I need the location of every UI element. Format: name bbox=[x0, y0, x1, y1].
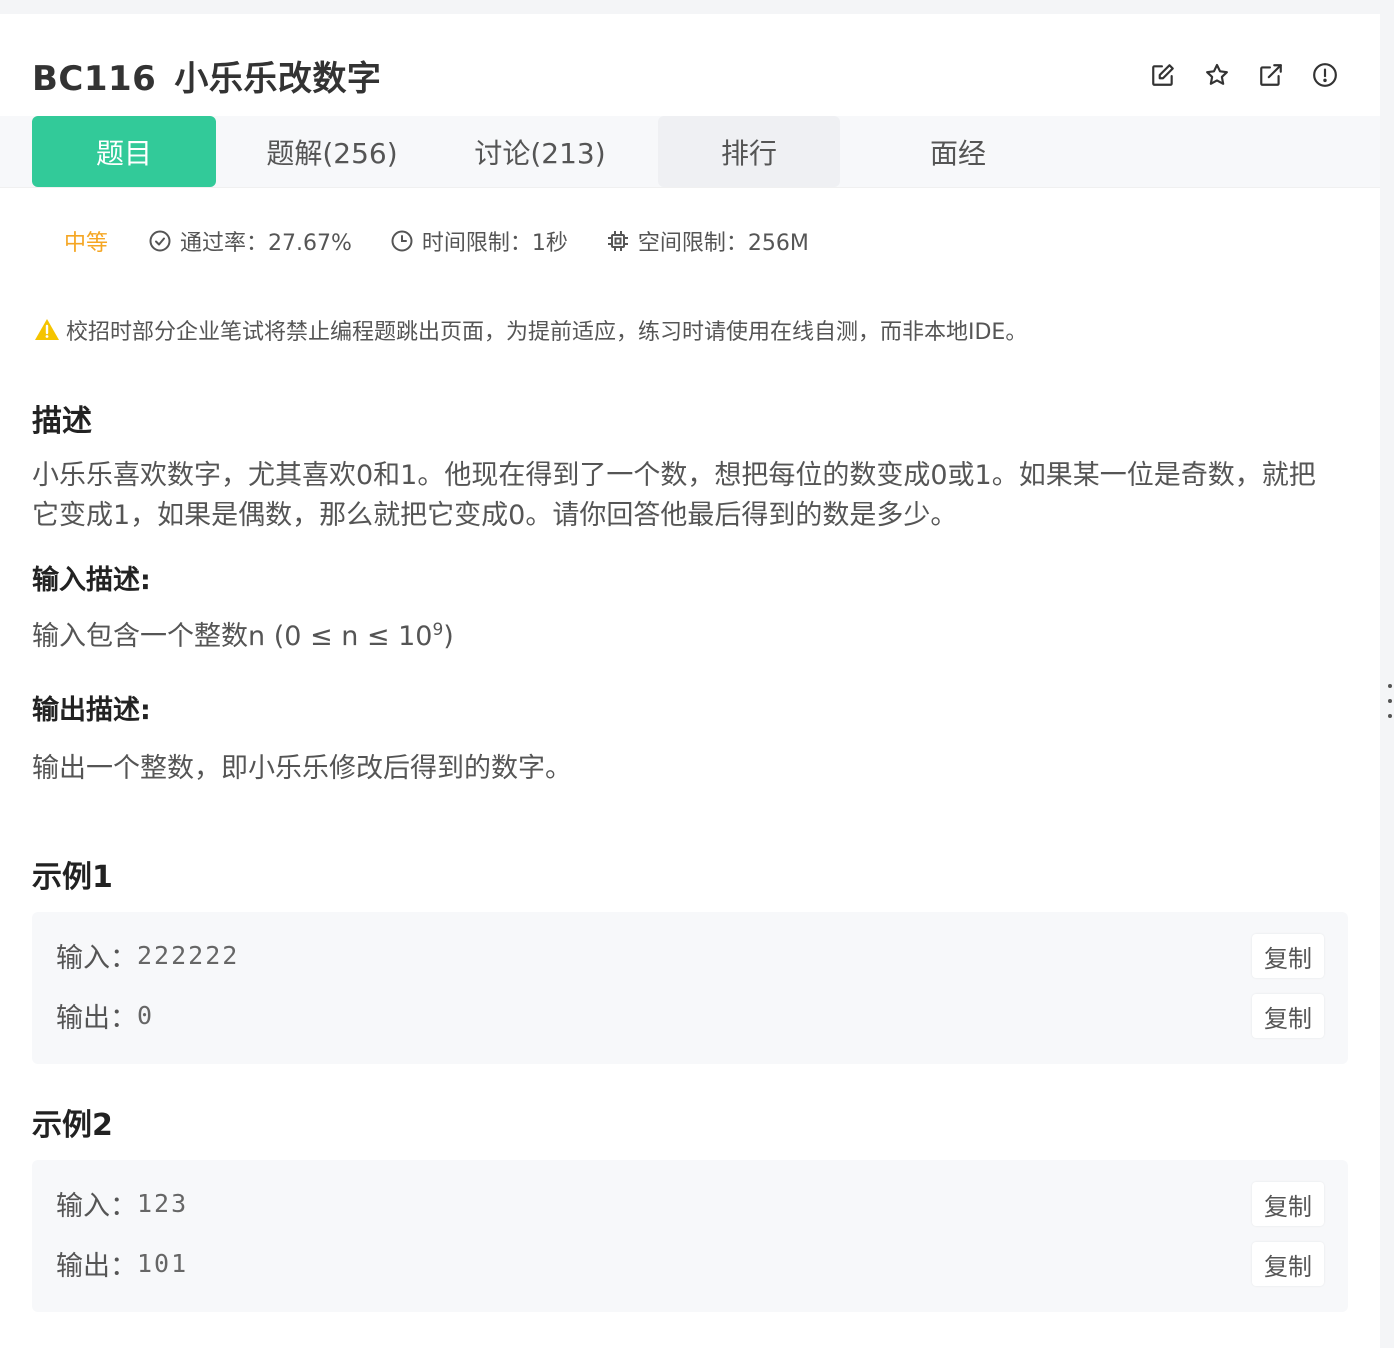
edit-icon[interactable] bbox=[1150, 62, 1176, 88]
panel-resize-handle[interactable] bbox=[1387, 684, 1393, 718]
copy-output-button[interactable]: 复制 bbox=[1252, 1242, 1324, 1286]
example-1-input: 输入： 222222 bbox=[56, 936, 239, 975]
copy-input-button[interactable]: 复制 bbox=[1252, 934, 1324, 978]
problem-title: 小乐乐改数字 bbox=[174, 58, 382, 99]
pass-rate: 通过率：27.67% bbox=[148, 225, 352, 257]
problem-id: BC116 bbox=[32, 58, 157, 99]
space-limit-text: 空间限制：256M bbox=[637, 231, 809, 256]
output-value: 101 bbox=[137, 1249, 189, 1278]
space-limit: 空间限制：256M bbox=[606, 225, 809, 257]
output-description-text: 输出一个整数，即小乐乐修改后得到的数字。 bbox=[32, 753, 572, 784]
check-circle-icon bbox=[149, 230, 171, 252]
exam-warning: 校招时部分企业笔试将禁止编程题跳出页面，为提前适应，练习时请使用在线自测，而非本… bbox=[34, 314, 1027, 346]
input-description-text: 输入包含一个整数n (0 ≤ n ≤ 109) bbox=[32, 614, 454, 653]
time-limit: 时间限制：1秒 bbox=[390, 225, 568, 257]
output-value: 0 bbox=[137, 1001, 155, 1030]
tab-discussion[interactable]: 讨论(213) bbox=[436, 116, 644, 187]
input-label: 输入： bbox=[56, 1191, 137, 1222]
page-title: BC116 小乐乐改数字 bbox=[32, 51, 381, 100]
input-description-heading: 输入描述: bbox=[32, 565, 151, 596]
input-description-main: 输入包含一个整数n (0 ≤ n ≤ 10 bbox=[32, 621, 433, 652]
example-2-box: 输入： 123 复制 输出： 101 复制 bbox=[32, 1160, 1348, 1312]
description-text: 小乐乐喜欢数字，尤其喜欢0和1。他现在得到了一个数，想把每位的数变成0或1。如果… bbox=[32, 460, 1316, 531]
output-label: 输出： bbox=[56, 1003, 137, 1034]
toolbar bbox=[1150, 62, 1338, 88]
input-description-exponent: 9 bbox=[432, 620, 444, 640]
example-2-heading: 示例2 bbox=[32, 1108, 113, 1143]
tab-solutions[interactable]: 题解(256) bbox=[228, 116, 436, 187]
warning-icon bbox=[35, 319, 59, 340]
problem-panel: BC116 小乐乐改数字 题目 题解(256) 讨论(213) 排行 面经 中等… bbox=[0, 14, 1380, 1348]
difficulty-badge: 中等 bbox=[64, 231, 109, 256]
pass-rate-text: 通过率：27.67% bbox=[180, 231, 352, 256]
chip-icon bbox=[607, 231, 628, 251]
input-value: 222222 bbox=[137, 941, 240, 970]
external-link-icon[interactable] bbox=[1258, 62, 1284, 88]
time-limit-text: 时间限制：1秒 bbox=[421, 231, 568, 256]
input-description-close: ) bbox=[443, 621, 454, 652]
description-heading: 描述 bbox=[32, 404, 92, 439]
problem-meta: 中等 通过率：27.67% 时间限制：1秒 空间限制：256M bbox=[64, 226, 847, 256]
report-icon[interactable] bbox=[1312, 62, 1338, 88]
title-row: BC116 小乐乐改数字 bbox=[32, 50, 1340, 100]
example-1-output: 输出： 0 bbox=[56, 996, 154, 1035]
tab-interview[interactable]: 面经 bbox=[854, 116, 1062, 187]
example-2-input: 输入： 123 bbox=[56, 1184, 188, 1223]
copy-input-button[interactable]: 复制 bbox=[1252, 1182, 1324, 1226]
warning-text: 校招时部分企业笔试将禁止编程题跳出页面，为提前适应，练习时请使用在线自测，而非本… bbox=[66, 320, 1028, 345]
clock-icon bbox=[391, 230, 413, 252]
star-icon[interactable] bbox=[1204, 62, 1230, 88]
example-2-output: 输出： 101 bbox=[56, 1244, 188, 1283]
example-1-box: 输入： 222222 复制 输出： 0 复制 bbox=[32, 912, 1348, 1064]
input-label: 输入： bbox=[56, 943, 137, 974]
tab-problem[interactable]: 题目 bbox=[32, 116, 216, 187]
copy-output-button[interactable]: 复制 bbox=[1252, 994, 1324, 1038]
input-value: 123 bbox=[137, 1189, 189, 1218]
output-description-heading: 输出描述: bbox=[32, 695, 151, 726]
output-label: 输出： bbox=[56, 1251, 137, 1282]
tab-bar: 题目 题解(256) 讨论(213) 排行 面经 bbox=[0, 116, 1380, 188]
tab-ranking[interactable]: 排行 bbox=[658, 116, 840, 187]
example-1-heading: 示例1 bbox=[32, 860, 113, 895]
